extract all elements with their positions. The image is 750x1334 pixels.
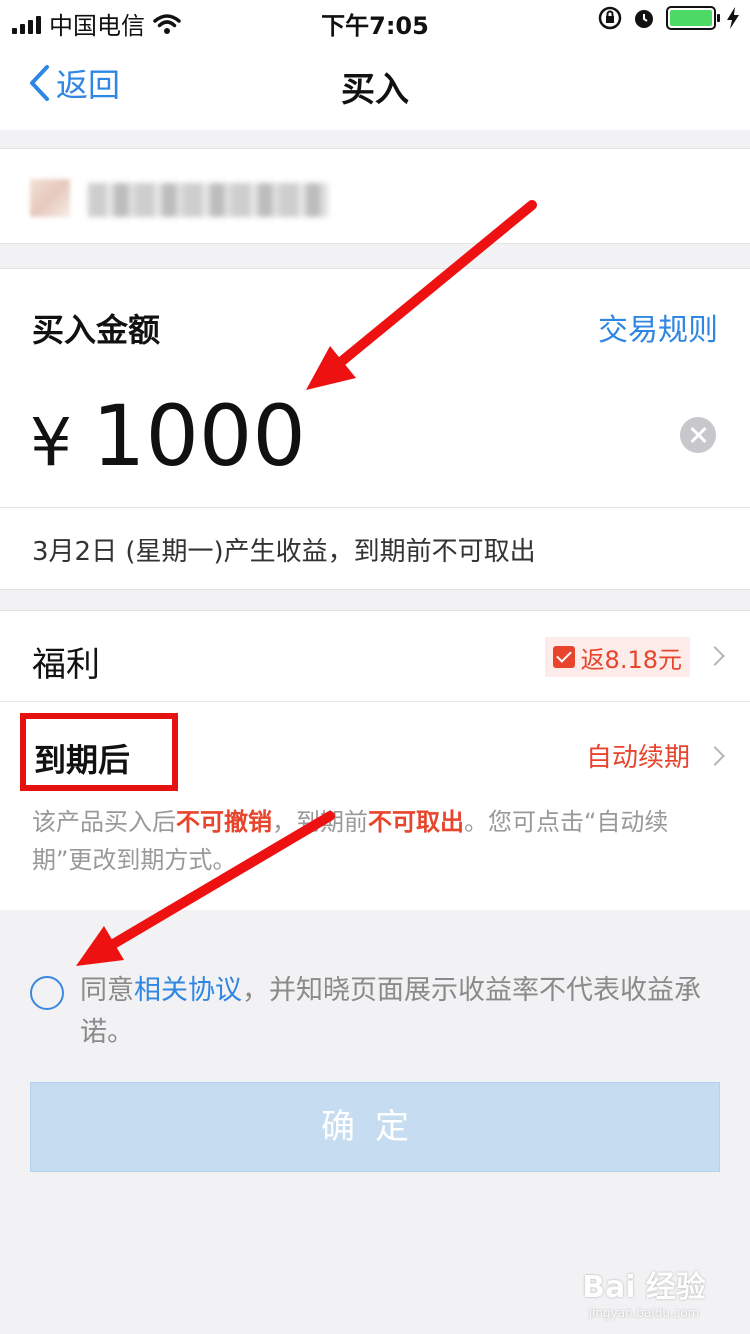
currency-symbol: ¥ xyxy=(30,404,72,481)
amount-input[interactable]: ¥ 1000 xyxy=(30,387,306,485)
nav-bar: 返回 买入 xyxy=(0,40,750,130)
amount-value: 1000 xyxy=(92,387,306,485)
status-bar: 中国电信 下午7:05 xyxy=(0,0,750,40)
trading-rules-link[interactable]: 交易规则 xyxy=(598,305,718,349)
watermark-url: jingyan.baidu.com xyxy=(588,1306,700,1320)
watermark-logo: Bai 经验 xyxy=(582,1270,706,1305)
benefit-label: 福利 xyxy=(32,645,100,685)
maturity-description: 该产品买入后不可撤销，到期前不可取出。您可点击“自动续期”更改到期方式。 xyxy=(32,808,669,874)
divider xyxy=(0,507,750,508)
divider xyxy=(0,701,750,702)
chevron-right-icon[interactable] xyxy=(705,746,725,766)
chevron-right-icon[interactable] xyxy=(705,646,725,666)
orientation-lock-icon xyxy=(598,6,622,30)
battery-icon xyxy=(666,6,720,30)
agreement-link[interactable]: 相关协议 xyxy=(134,975,242,1006)
product-name-redacted xyxy=(88,183,328,217)
amount-card: 买入金额 交易规则 ¥ 1000 3月2日 (星期一)产生收益，到期前不可取出 xyxy=(0,268,750,590)
benefit-card: 福利 返8.18元 到期后 自动续期 该产品买入后不可撤销，到期前不可取出。您可… xyxy=(0,610,750,910)
alarm-icon xyxy=(635,10,653,28)
agree-radio[interactable] xyxy=(30,976,64,1010)
page-title: 买入 xyxy=(341,70,409,110)
maturity-option[interactable]: 自动续期 xyxy=(586,737,690,774)
clear-icon[interactable] xyxy=(680,417,716,453)
agreement-text: 同意相关协议，并知晓页面展示收益率不代表收益承诺。 xyxy=(80,975,701,1048)
earnings-note: 3月2日 (星期一)产生收益，到期前不可取出 xyxy=(32,537,536,567)
rebate-text: 返8.18元 xyxy=(580,645,682,674)
charging-icon xyxy=(727,7,739,29)
watermark: Bai 经验 jingyan.baidu.com xyxy=(578,1262,710,1320)
red-packet-icon xyxy=(552,646,575,668)
rebate-badge[interactable]: 返8.18元 xyxy=(544,637,690,677)
product-row[interactable] xyxy=(0,148,750,244)
product-thumbnail xyxy=(30,179,70,217)
annotation-highlight-box xyxy=(20,713,178,791)
confirm-button[interactable]: 确定 xyxy=(30,1082,720,1172)
status-right xyxy=(598,6,740,30)
amount-label: 买入金额 xyxy=(32,311,161,349)
